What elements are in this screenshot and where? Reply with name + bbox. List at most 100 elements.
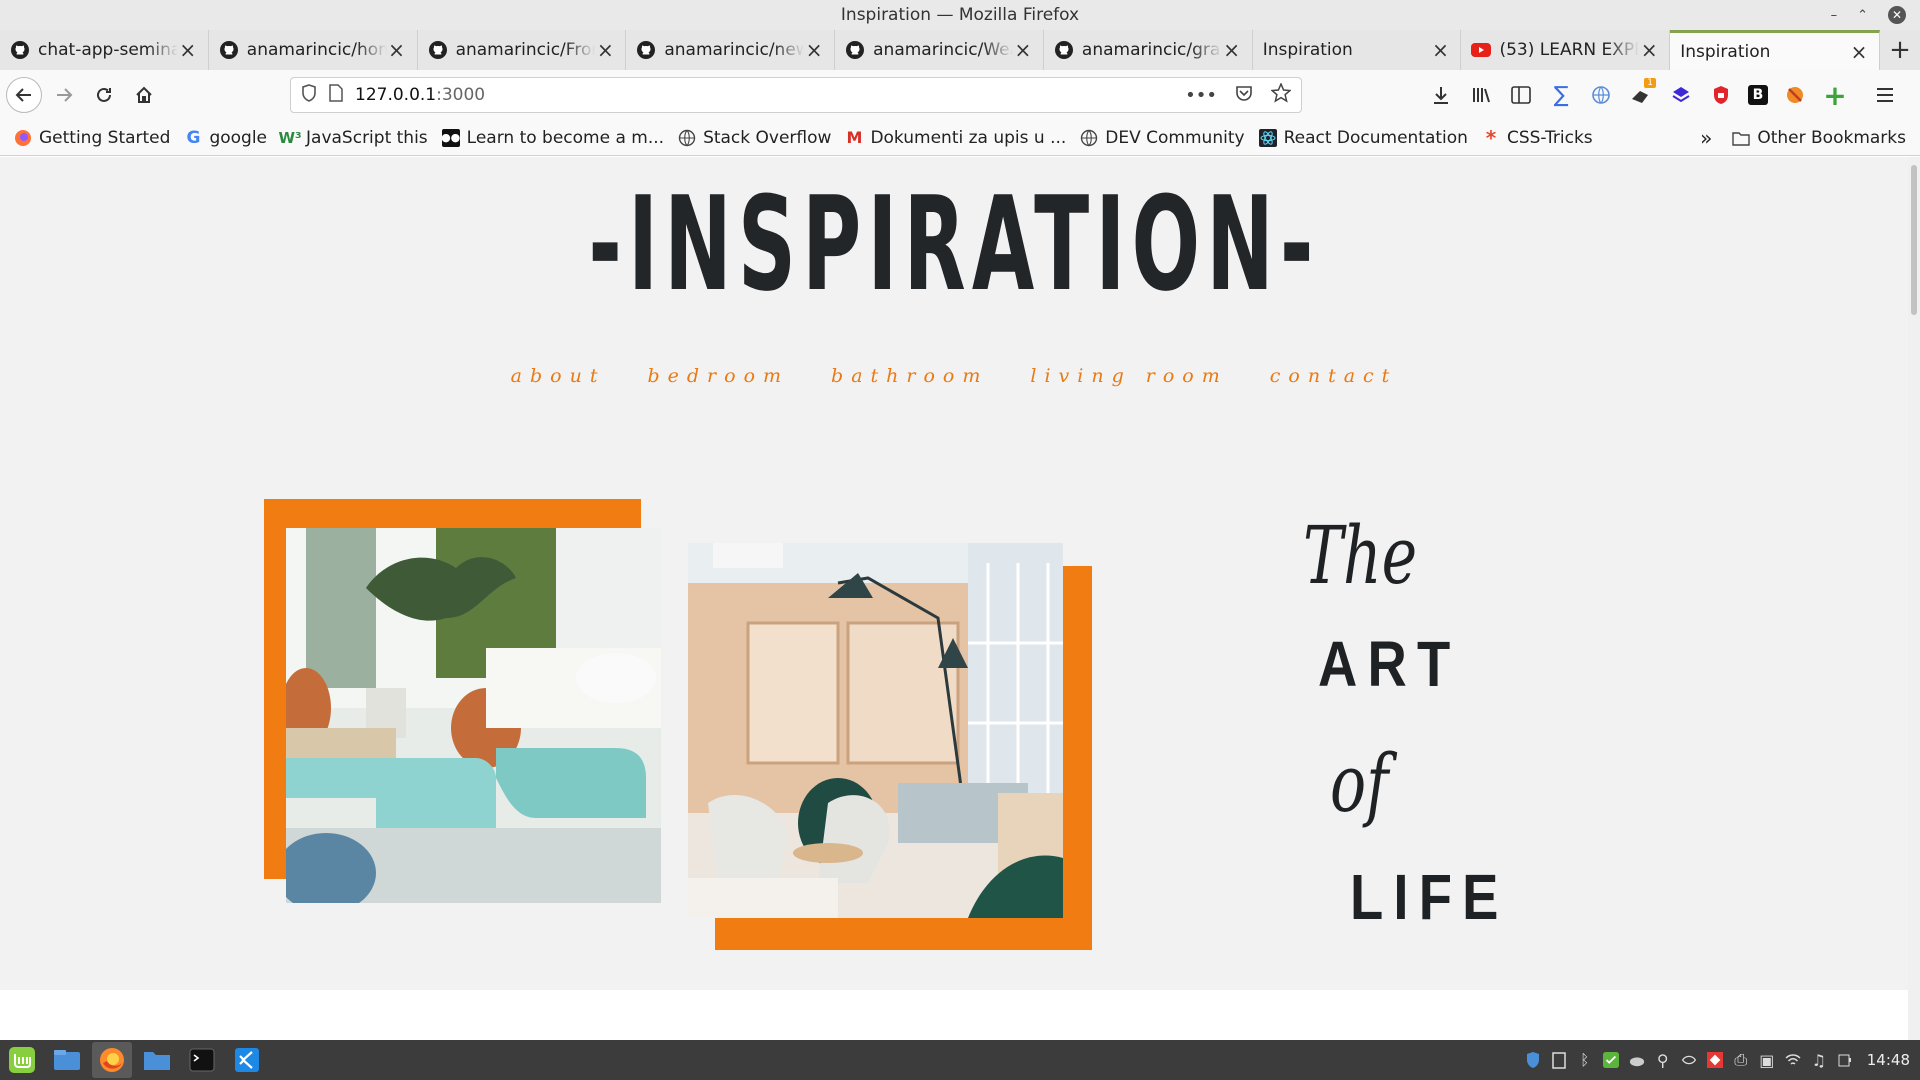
tab-github-grab[interactable]: anamarincic/grab × xyxy=(1044,30,1253,70)
close-tab-icon[interactable]: × xyxy=(804,38,824,62)
react-icon xyxy=(1258,128,1277,147)
close-tab-icon[interactable]: × xyxy=(595,38,615,62)
medium-icon: ●● xyxy=(441,128,460,147)
globe-icon xyxy=(1080,129,1098,147)
page-scrollbar[interactable] xyxy=(1908,157,1920,1040)
hamburger-menu-icon[interactable] xyxy=(1872,82,1898,108)
gmail-icon: M xyxy=(846,128,863,147)
other-bookmarks[interactable]: Other Bookmarks xyxy=(1732,128,1906,148)
printer-icon[interactable]: ⎙ xyxy=(1733,1050,1749,1069)
bookmark-dev-community[interactable]: DEV Community xyxy=(1080,127,1245,148)
tab-github-home[interactable]: anamarincic/hom × xyxy=(209,30,418,70)
url-host: 127.0.0.1 xyxy=(355,85,437,105)
mint-menu-icon[interactable] xyxy=(2,1042,42,1078)
clock[interactable]: 14:48 xyxy=(1867,1051,1910,1069)
block-extension-icon[interactable] xyxy=(1782,82,1808,108)
shield-icon[interactable] xyxy=(301,84,317,106)
window-title-bar: Inspiration — Mozilla Firefox – ⌃ ✕ xyxy=(0,0,1920,30)
anydesk-icon[interactable] xyxy=(1706,1052,1723,1068)
living-room-photo xyxy=(286,528,661,903)
forward-button[interactable] xyxy=(46,77,82,113)
battery-icon[interactable] xyxy=(1837,1052,1853,1068)
close-tab-icon[interactable]: × xyxy=(178,38,198,62)
more-actions-icon[interactable]: ••• xyxy=(1185,85,1217,106)
vscode-icon[interactable] xyxy=(227,1042,267,1078)
sidebar-icon[interactable] xyxy=(1508,82,1534,108)
tab-github-weather[interactable]: anamarincic/Wea × xyxy=(835,30,1044,70)
translate-extension-icon[interactable] xyxy=(1588,82,1614,108)
bookmark-getting-started[interactable]: Getting Started xyxy=(14,128,170,148)
window-controls: – ⌃ ✕ xyxy=(1831,0,1906,30)
clipboard-tray-icon[interactable] xyxy=(1551,1052,1567,1069)
shield-tray-icon[interactable] xyxy=(1525,1052,1541,1068)
close-tab-icon[interactable]: × xyxy=(1639,38,1659,62)
screenshot-icon[interactable]: ▣ xyxy=(1759,1051,1775,1070)
sigma-extension-icon[interactable]: ∑ xyxy=(1548,82,1574,108)
tab-github-frontend[interactable]: anamarincic/Fron × xyxy=(418,30,627,70)
tab-inspiration[interactable]: Inspiration × xyxy=(1253,30,1462,70)
files-icon[interactable] xyxy=(137,1042,177,1078)
bookmark-label: Getting Started xyxy=(39,127,171,148)
address-bar[interactable]: 127.0.0.1:3000 ••• xyxy=(290,77,1302,113)
home-button[interactable] xyxy=(126,77,162,113)
bookmark-react-docs[interactable]: React Documentation xyxy=(1258,128,1468,148)
tab-inspiration-active[interactable]: Inspiration × xyxy=(1670,30,1881,70)
page-title: -INSPIRATION- xyxy=(588,168,1320,320)
show-desktop-icon[interactable] xyxy=(47,1042,87,1078)
plus-extension-icon[interactable]: + xyxy=(1822,79,1848,112)
menu-item-contact[interactable]: contact xyxy=(1270,365,1398,387)
layers-extension-icon[interactable] xyxy=(1668,82,1694,108)
lock-extension-icon[interactable] xyxy=(1708,82,1734,108)
reload-button[interactable] xyxy=(86,77,122,113)
download-icon[interactable] xyxy=(1428,82,1454,108)
pocket-icon[interactable] xyxy=(1235,84,1253,106)
close-tab-icon[interactable]: × xyxy=(1222,38,1242,62)
menu-item-bathroom[interactable]: bathroom xyxy=(831,365,988,387)
tab-chat-app[interactable]: chat-app-seminar × xyxy=(0,30,209,70)
weather-icon[interactable] xyxy=(1629,1052,1645,1068)
nvidia-icon[interactable] xyxy=(1681,1052,1697,1068)
bookmark-stack-overflow[interactable]: Stack Overflow xyxy=(678,128,831,148)
sound-icon[interactable]: ♫ xyxy=(1811,1051,1827,1070)
minimize-button[interactable]: – xyxy=(1831,8,1838,23)
close-window-button[interactable]: ✕ xyxy=(1888,6,1906,24)
bookmark-medium[interactable]: ●● Learn to become a m... xyxy=(441,128,664,148)
close-tab-icon[interactable]: × xyxy=(1013,38,1033,62)
close-tab-icon[interactable]: × xyxy=(1849,40,1869,64)
bookmark-dokumenti[interactable]: M Dokumenti za upis u ... xyxy=(845,128,1066,148)
library-icon[interactable] xyxy=(1468,82,1494,108)
firefox-taskbar-icon[interactable] xyxy=(92,1042,132,1078)
back-button[interactable] xyxy=(6,77,42,113)
menu-item-about[interactable]: about xyxy=(511,365,606,387)
b-extension-icon[interactable]: B xyxy=(1748,85,1768,105)
menu-item-living-room[interactable]: living room xyxy=(1030,365,1227,387)
location-icon[interactable]: ⚲ xyxy=(1655,1051,1671,1070)
tab-youtube[interactable]: (53) LEARN EXPR × xyxy=(1461,30,1671,70)
bookmark-label: JavaScript this xyxy=(306,127,428,148)
scrollbar-thumb[interactable] xyxy=(1911,165,1917,315)
bookmark-css-tricks[interactable]: * CSS-Tricks xyxy=(1482,126,1593,150)
bookmarks-toolbar: Getting Started G google W³ JavaScript t… xyxy=(0,120,1920,156)
restore-button[interactable]: ⌃ xyxy=(1857,8,1868,23)
wifi-icon[interactable] xyxy=(1785,1052,1801,1068)
menu-item-bedroom[interactable]: bedroom xyxy=(647,365,789,387)
update-check-icon[interactable] xyxy=(1602,1052,1619,1068)
bookmark-star-icon[interactable] xyxy=(1270,82,1292,107)
youtube-icon xyxy=(1471,40,1492,60)
bookmark-label: DEV Community xyxy=(1105,127,1245,148)
folder-icon xyxy=(1732,129,1751,147)
terminal-icon[interactable] xyxy=(182,1042,222,1078)
tab-label: anamarincic/Fron xyxy=(455,40,596,60)
bookmark-javascript-this[interactable]: W³ JavaScript this xyxy=(278,127,428,148)
close-tab-icon[interactable]: × xyxy=(387,38,407,62)
chevron-double-right-icon[interactable]: » xyxy=(1700,126,1712,150)
github-icon xyxy=(10,40,30,60)
close-tab-icon[interactable]: × xyxy=(1430,38,1450,62)
url-port: :3000 xyxy=(436,85,486,105)
url-text[interactable]: 127.0.0.1:3000 xyxy=(355,85,1185,105)
tab-github-new[interactable]: anamarincic/new × xyxy=(626,30,836,70)
new-tab-button[interactable]: + xyxy=(1880,30,1920,70)
bluetooth-icon[interactable]: ᛒ xyxy=(1577,1051,1593,1069)
bookmark-google[interactable]: G google xyxy=(184,128,267,148)
hand-extension-icon[interactable]: 1 xyxy=(1628,78,1656,108)
